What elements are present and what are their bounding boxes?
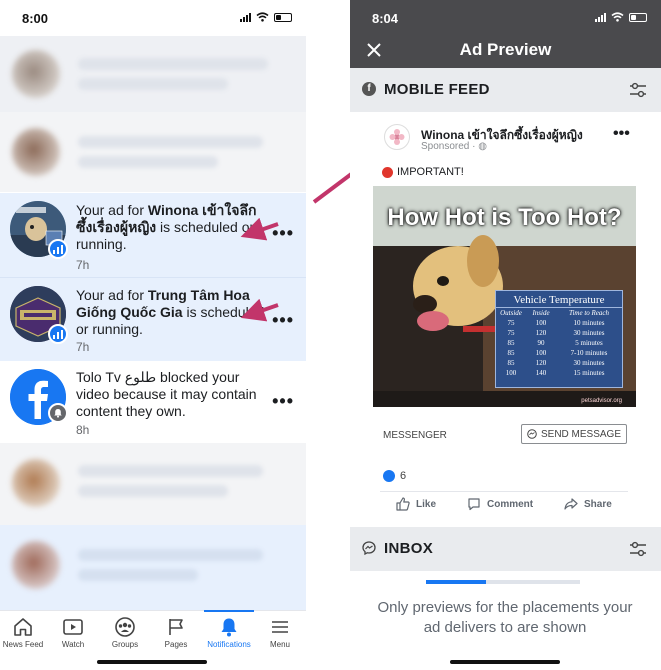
like-count: 6 xyxy=(400,470,407,482)
table-row: 75 120 30 minutes xyxy=(496,328,622,338)
table-cell: 7-10 minutes xyxy=(570,349,608,357)
page-avatar[interactable] xyxy=(384,124,410,150)
table-cell: 100 xyxy=(535,349,547,357)
messenger-icon xyxy=(362,541,376,555)
divider xyxy=(380,491,628,492)
cta-destination-label: MESSENGER xyxy=(383,430,447,441)
like-button[interactable]: Like xyxy=(396,497,436,511)
image-credit: petsadvisor.org xyxy=(581,398,622,404)
table-cell: 75 xyxy=(507,319,515,327)
more-options-icon[interactable]: ••• xyxy=(613,125,630,143)
filter-sliders-icon[interactable] xyxy=(629,541,647,557)
table-cell: 120 xyxy=(535,329,547,337)
facebook-icon: f xyxy=(362,82,376,96)
table-cell: 75 xyxy=(507,329,515,337)
red-circle-icon xyxy=(382,166,393,178)
messenger-icon xyxy=(527,429,537,439)
table-row: 85 100 7-10 minutes xyxy=(496,348,622,358)
table-row: 75 100 10 minutes xyxy=(496,318,622,328)
table-row: 85 120 30 minutes xyxy=(496,358,622,368)
status-bar: 8:04 xyxy=(350,0,661,36)
filter-sliders-icon[interactable] xyxy=(629,82,647,98)
reactions-count[interactable]: 6 xyxy=(383,470,406,482)
share-button[interactable]: Share xyxy=(564,497,612,511)
ad-creative-image[interactable]: How Hot is Too Hot? Vehicle Temperature … xyxy=(373,186,636,407)
table-row: 100 140 15 minutes xyxy=(496,368,622,378)
vehicle-temperature-table: Vehicle Temperature Outside Inside Time … xyxy=(495,290,623,388)
ad-image-headline: How Hot is Too Hot? xyxy=(387,204,622,231)
flower-logo-icon xyxy=(389,129,405,145)
table-cell: 10 minutes xyxy=(573,319,605,327)
ad-caption: IMPORTANT! xyxy=(382,166,464,178)
table-cell: 100 xyxy=(535,319,547,327)
table-cell: 85 xyxy=(507,359,515,367)
inbox-note: Only previews for the placements your ad… xyxy=(377,599,633,636)
battery-icon xyxy=(629,12,647,22)
table-cell: 100 xyxy=(505,369,517,377)
table-cell: 15 minutes xyxy=(573,369,605,377)
table-cell: 85 xyxy=(507,339,515,347)
table-cell: 30 minutes xyxy=(573,329,605,337)
like-reaction-icon xyxy=(383,470,395,482)
wifi-icon xyxy=(611,12,624,22)
table-header-cell: Inside xyxy=(532,309,550,317)
section-label: INBOX xyxy=(384,540,434,557)
page-title: Ad Preview xyxy=(459,40,552,59)
send-message-button[interactable]: SEND MESSAGE xyxy=(521,424,627,444)
comment-icon xyxy=(468,498,480,511)
thumbs-up-icon xyxy=(396,497,410,511)
table-cell: 85 xyxy=(507,349,515,357)
table-cell: 120 xyxy=(535,359,547,367)
globe-icon: ◍ xyxy=(478,141,487,152)
inbox-preview: Only previews for the placements your ad… xyxy=(350,572,661,670)
action-label: Share xyxy=(584,498,612,510)
sponsored-label: Sponsored · ◍ xyxy=(421,141,487,152)
screenshot-composite: 8:00 Your ad for Winona เข้าใจลึกซึ้งเรื… xyxy=(0,0,661,670)
status-icons xyxy=(595,12,647,22)
action-label: Like xyxy=(416,498,437,510)
status-time: 8:04 xyxy=(372,11,399,26)
mobile-feed-section-header[interactable]: f MOBILE FEED xyxy=(350,68,661,112)
section-label: MOBILE FEED xyxy=(384,81,490,98)
action-label: Comment xyxy=(487,498,534,510)
signal-icon xyxy=(595,12,606,22)
ad-preview-header: Ad Preview xyxy=(350,34,661,68)
table-cell: 90 xyxy=(537,339,545,347)
table-cell: 140 xyxy=(535,369,547,377)
comment-button[interactable]: Comment xyxy=(467,497,533,511)
table-cell: 30 minutes xyxy=(573,359,605,367)
table-header-cell: Time to Reach xyxy=(568,309,610,317)
button-label: SEND MESSAGE xyxy=(540,428,622,440)
home-indicator xyxy=(450,660,560,664)
preview-pager xyxy=(426,580,580,584)
table-header-cell: Outside xyxy=(500,309,522,317)
inbox-section-header[interactable]: INBOX xyxy=(350,527,661,571)
share-icon xyxy=(564,498,578,510)
table-title: Vehicle Temperature xyxy=(496,294,622,308)
table-header: Outside Inside Time to Reach xyxy=(496,308,622,318)
table-row: 85 90 5 minutes xyxy=(496,338,622,348)
table-cell: 5 minutes xyxy=(575,339,603,347)
